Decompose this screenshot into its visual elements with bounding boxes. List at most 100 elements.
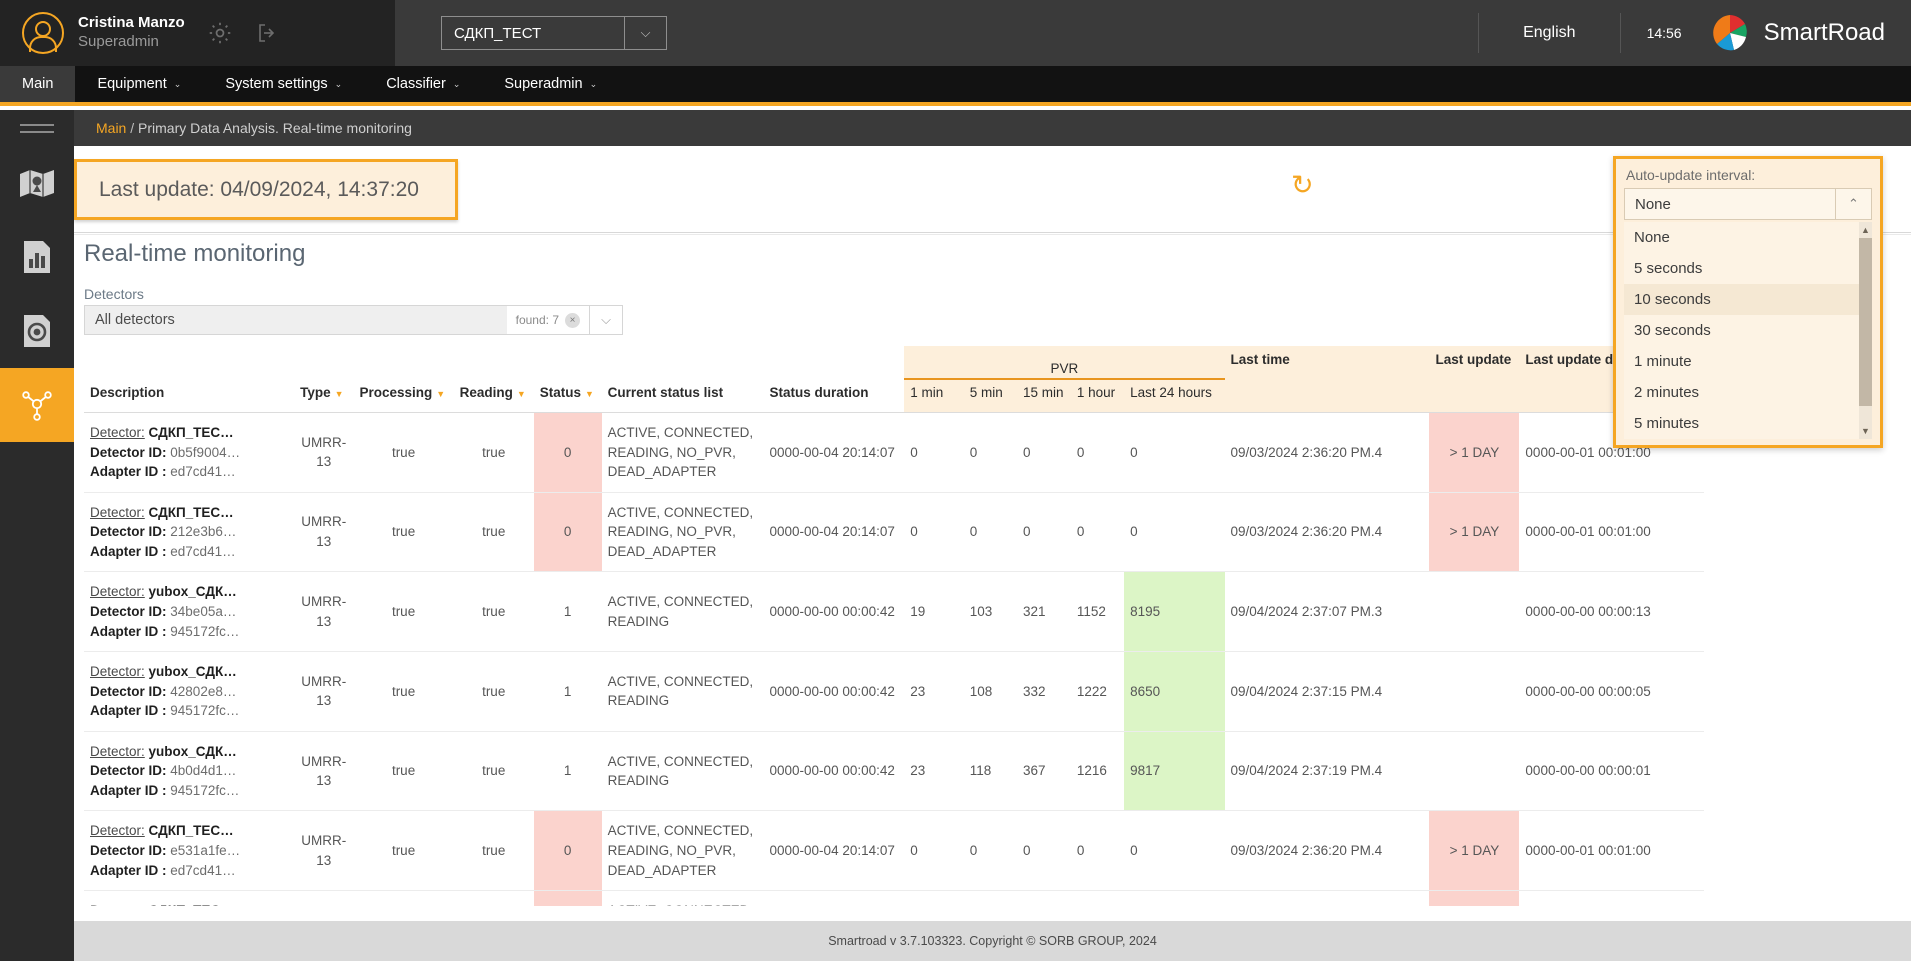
col-status[interactable]: Status ▼ <box>533 379 602 413</box>
detector-link[interactable]: Detector: yubox_СДК… <box>90 742 288 762</box>
table-row[interactable]: Detector: yubox_СДК… Detector ID: 4b0d4d1… <box>84 731 1704 812</box>
col-pvr-5min[interactable]: 5 min <box>963 379 1017 413</box>
gear-icon[interactable] <box>207 20 233 46</box>
col-current-status-list[interactable]: Current status list <box>601 379 764 413</box>
col-label: Status duration <box>769 385 869 400</box>
detectors-input[interactable]: All detectors <box>85 306 507 334</box>
sort-caret-icon[interactable]: ▼ <box>585 389 594 399</box>
nav-item-system-settings[interactable]: System settings ⌄ <box>203 66 364 102</box>
auto-update-option[interactable]: 10 seconds <box>1624 284 1872 315</box>
cell-description[interactable]: Detector: yubox_СДК… Detector ID: 34be05a… <box>84 571 295 653</box>
nav-item-equipment[interactable]: Equipment ⌄ <box>75 66 203 102</box>
cell-last-update <box>1429 651 1520 732</box>
breadcrumb-root[interactable]: Main <box>96 120 126 136</box>
cell-last-time: 09/03/2024 2:36:20 PM.4 <box>1224 412 1430 493</box>
col-pvr-1min[interactable]: 1 min <box>904 379 964 413</box>
breadcrumb-bar: Main / Primary Data Analysis. Real-time … <box>0 110 1911 146</box>
detector-id: Detector ID: 212e3b6… <box>90 524 237 540</box>
nav-item-main[interactable]: Main <box>0 66 76 102</box>
scroll-down-arrow-icon[interactable]: ▼ <box>1859 423 1872 439</box>
scroll-up-arrow-icon[interactable]: ▲ <box>1859 222 1872 238</box>
auto-update-option[interactable]: 1 minute <box>1624 346 1872 377</box>
scrollbar-thumb[interactable] <box>1859 238 1872 406</box>
cell-pvr-24h: 8650 <box>1124 651 1225 732</box>
detector-link[interactable]: Detector: СДКП_ТЕС… <box>90 423 288 443</box>
nav-item-classifier[interactable]: Classifier ⌄ <box>364 66 482 102</box>
cell-description[interactable]: Detector: yubox_СДК… Detector ID: 42802e8… <box>84 651 295 732</box>
cell-description[interactable]: Detector: СДКП_ТЕС… Detector ID: 212e3b6…… <box>84 492 295 573</box>
table-row[interactable]: Detector: СДКП_ТЕС…Detector ID: f46f41cf… <box>84 890 1704 906</box>
project-select[interactable]: СДКП_ТЕСТ ⌵ <box>441 16 667 50</box>
table-row[interactable]: Detector: СДКП_ТЕС… Detector ID: e531a1fe… <box>84 810 1704 892</box>
sidebar-toggle[interactable] <box>0 110 74 146</box>
cell-pvr-5min: 0 <box>963 492 1017 573</box>
cell-processing: true <box>353 890 454 906</box>
col-processing[interactable]: Processing ▼ <box>353 379 454 413</box>
auto-update-selected-value: None <box>1635 195 1671 213</box>
cell-processing: true <box>353 731 454 812</box>
col-pvr-24h[interactable]: Last 24 hours <box>1124 379 1225 413</box>
col-type[interactable]: Type ▼ <box>294 379 354 413</box>
nav-item-superadmin[interactable]: Superadmin ⌄ <box>482 66 619 102</box>
sidebar-item-target[interactable] <box>0 294 74 368</box>
cell-pvr-24h: 0 <box>1124 890 1225 906</box>
cell-pvr-1hour: 0 <box>1070 890 1125 906</box>
col-status-duration[interactable]: Status duration <box>763 379 905 413</box>
sidebar-item-network[interactable] <box>0 368 74 442</box>
network-icon <box>22 391 52 421</box>
cell-description[interactable]: Detector: СДКП_ТЕС… Detector ID: e531a1fe… <box>84 810 295 892</box>
left-sidebar <box>0 146 74 961</box>
auto-update-option[interactable]: 2 minutes <box>1624 377 1872 408</box>
col-pvr-1hour[interactable]: 1 hour <box>1070 379 1125 413</box>
cell-pvr-15min: 321 <box>1017 571 1071 653</box>
chevron-up-icon[interactable]: ⌃ <box>1835 189 1871 219</box>
detector-link[interactable]: Detector: СДКП_ТЕС… <box>90 503 288 523</box>
sort-caret-icon[interactable]: ▼ <box>436 389 445 399</box>
cell-status: 0 <box>533 810 602 892</box>
adapter-id: Adapter ID : 945172fc… <box>90 623 240 639</box>
col-label: Current status list <box>607 385 724 400</box>
detector-link[interactable]: Detector: yubox_СДК… <box>90 662 288 682</box>
auto-update-select[interactable]: None ⌃ <box>1624 188 1872 220</box>
cell-reading: true <box>453 810 534 892</box>
auto-update-option[interactable]: 30 seconds <box>1624 315 1872 346</box>
table-row[interactable]: Detector: СДКП_ТЕС… Detector ID: 0b5f9004… <box>84 412 1704 493</box>
detector-link[interactable]: Detector: СДКП_ТЕС… <box>90 901 288 906</box>
detector-link[interactable]: Detector: yubox_СДК… <box>90 582 288 602</box>
detectors-select[interactable]: All detectors found: 7 × ⌵ <box>84 305 623 335</box>
detector-link[interactable]: Detector: СДКП_ТЕС… <box>90 821 288 841</box>
logout-icon[interactable] <box>255 21 279 45</box>
close-icon[interactable]: × <box>565 312 580 328</box>
auto-update-options-list[interactable]: None 5 seconds 10 seconds 30 seconds 1 minut… <box>1624 222 1872 439</box>
table-row[interactable]: Detector: yubox_СДК… Detector ID: 42802e8… <box>84 651 1704 732</box>
cell-pvr-15min: 0 <box>1017 810 1071 892</box>
cell-description[interactable]: Detector: yubox_СДК… Detector ID: 4b0d4d1… <box>84 731 295 812</box>
refresh-icon[interactable]: ↻ <box>1291 172 1314 199</box>
col-pvr-15min[interactable]: 15 min <box>1017 379 1071 413</box>
detectors-found-count: found: 7 <box>515 313 559 327</box>
cell-reading: true <box>453 412 534 493</box>
col-description[interactable]: Description <box>84 379 295 413</box>
col-reading[interactable]: Reading ▼ <box>453 379 534 413</box>
chevron-down-icon[interactable]: ⌵ <box>624 17 666 49</box>
cell-processing: true <box>353 651 454 732</box>
auto-update-option[interactable]: 5 seconds <box>1624 253 1872 284</box>
adapter-id: Adapter ID : 945172fc… <box>90 782 240 798</box>
table-row[interactable]: Detector: СДКП_ТЕС… Detector ID: 212e3b6…… <box>84 492 1704 573</box>
cell-status-duration: 0000-00-00 00:00:42 <box>763 651 905 732</box>
cell-type: UMRR-13 <box>294 492 354 573</box>
sort-caret-icon[interactable]: ▼ <box>335 389 344 399</box>
cell-description[interactable]: Detector: СДКП_ТЕС… Detector ID: 0b5f9004… <box>84 412 295 493</box>
footer: Smartroad v 3.7.103323. Copyright © SORB… <box>74 921 1911 961</box>
breadcrumb-separator: / <box>130 120 135 136</box>
auto-update-option[interactable]: None <box>1624 222 1872 253</box>
auto-update-option[interactable]: 5 minutes <box>1624 408 1872 439</box>
language-switch[interactable]: English <box>1479 24 1619 42</box>
sidebar-item-map[interactable] <box>0 146 74 220</box>
chevron-down-icon[interactable]: ⌵ <box>589 306 622 334</box>
scrollbar[interactable]: ▲ ▼ <box>1859 222 1872 439</box>
table-row[interactable]: Detector: yubox_СДК… Detector ID: 34be05a… <box>84 571 1704 653</box>
cell-description[interactable]: Detector: СДКП_ТЕС…Detector ID: f46f41cf… <box>84 890 295 906</box>
sort-caret-icon[interactable]: ▼ <box>517 389 526 399</box>
sidebar-item-charts[interactable] <box>0 220 74 294</box>
